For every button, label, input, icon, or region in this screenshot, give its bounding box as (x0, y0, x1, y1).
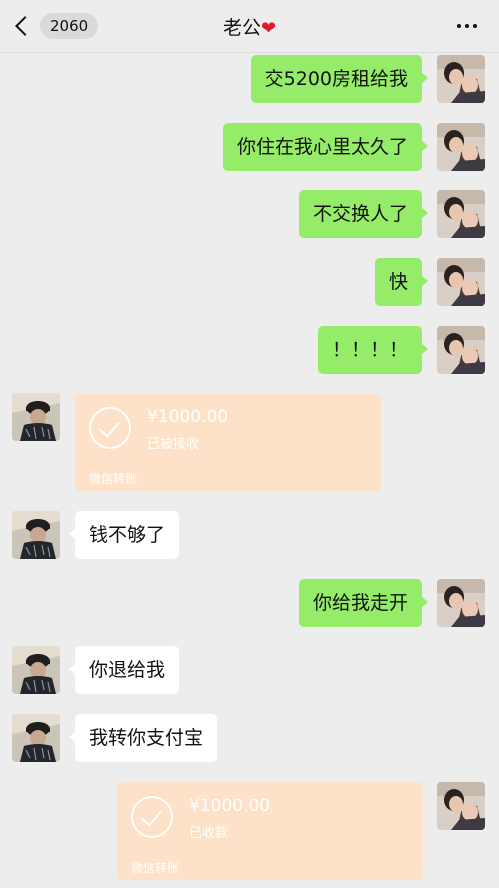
transfer-footer: 微信转账 (89, 472, 138, 486)
message-bubble[interactable]: 交5200房租给我 (250, 55, 429, 103)
more-options-icon[interactable] (457, 24, 477, 28)
transfer-footer: 微信转账 (131, 861, 180, 875)
avatar[interactable] (12, 393, 60, 441)
avatar[interactable] (437, 123, 485, 171)
avatar[interactable] (437, 258, 485, 306)
chat-title: 老公❤ (0, 13, 499, 40)
message-bubble[interactable]: 你住在我心里太久了 (222, 123, 429, 171)
message-bubble[interactable]: 钱不够了 (68, 511, 180, 559)
message-bubble[interactable]: 你给我走开 (298, 579, 429, 627)
transfer-amount: ¥1000.00 (189, 796, 271, 816)
avatar[interactable] (437, 55, 485, 103)
contact-name: 老公 (222, 17, 261, 39)
message-bubble[interactable]: 快 (374, 258, 429, 306)
message-bubble[interactable]: 你退给我 (68, 646, 180, 694)
message-bubble[interactable]: 我转你支付宝 (68, 714, 218, 762)
avatar[interactable] (437, 579, 485, 627)
transfer-card[interactable]: ¥1000.00 已收款 微信转账 (117, 782, 423, 880)
transfer-status: 已被接收 (147, 437, 200, 452)
avatar[interactable] (12, 646, 60, 694)
avatar[interactable] (437, 190, 485, 238)
check-circle-icon (89, 407, 131, 449)
heart-icon: ❤ (260, 18, 277, 39)
check-circle-icon (131, 796, 173, 838)
avatar[interactable] (12, 511, 60, 559)
avatar[interactable] (437, 782, 485, 830)
avatar[interactable] (437, 326, 485, 374)
message-bubble[interactable]: ！！！！ (317, 326, 429, 374)
transfer-status: 已收款 (189, 826, 229, 841)
avatar[interactable] (12, 714, 60, 762)
transfer-amount: ¥1000.00 (147, 407, 229, 427)
transfer-card[interactable]: ¥1000.00 已被接收 微信转账 (75, 393, 381, 491)
chat-navbar: 2060 老公❤ (0, 0, 499, 53)
message-bubble[interactable]: 不交换人了 (298, 190, 429, 238)
